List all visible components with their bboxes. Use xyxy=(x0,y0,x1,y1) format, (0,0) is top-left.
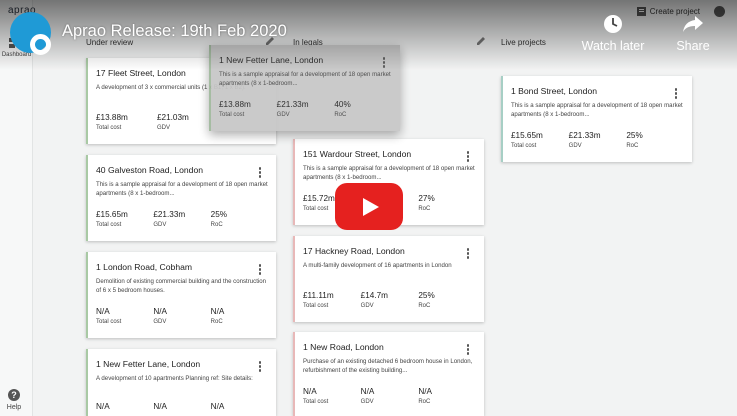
roc-label: RoC xyxy=(418,303,431,309)
roc-label: RoC xyxy=(210,319,223,325)
gdv-label: GDV xyxy=(276,112,290,118)
project-card[interactable]: 17 Hackney Road, London A multi-family d… xyxy=(293,236,484,322)
roc-label: RoC xyxy=(210,222,223,228)
card-title: 40 Galveston Road, London xyxy=(96,165,204,175)
card-roc: N/A xyxy=(210,402,225,411)
card-total-cost: £13.88m xyxy=(219,100,251,109)
card-roc: 40% xyxy=(334,100,351,109)
card-total-cost: N/A xyxy=(96,307,110,316)
more-options-icon[interactable] xyxy=(466,151,470,162)
total-cost-label: Total cost xyxy=(96,319,122,325)
card-roc: 27% xyxy=(418,194,435,203)
more-options-icon[interactable] xyxy=(674,88,678,99)
watch-later-button[interactable]: Watch later xyxy=(576,14,650,53)
roc-label: RoC xyxy=(418,399,431,405)
card-gdv: £21.33m xyxy=(568,131,601,140)
gdv-label: GDV xyxy=(360,303,374,309)
sidebar: aprao Dashboard ? Help xyxy=(0,0,36,416)
more-options-icon[interactable] xyxy=(466,344,470,355)
clock-icon xyxy=(604,15,622,33)
total-cost-label: Total cost xyxy=(303,399,329,405)
gdv-label: GDV xyxy=(360,399,374,405)
roc-label: RoC xyxy=(626,143,639,149)
card-title: 1 London Road, Cobham xyxy=(96,262,193,272)
card-gdv: N/A xyxy=(360,387,375,396)
card-total-cost: N/A xyxy=(96,402,110,411)
nav-help-label[interactable]: Help xyxy=(0,404,28,411)
card-roc: 25% xyxy=(418,291,435,300)
more-options-icon[interactable] xyxy=(258,264,262,275)
card-total-cost: £11.11m xyxy=(303,291,334,300)
total-cost-label: Total cost xyxy=(511,143,537,149)
play-icon xyxy=(363,198,379,216)
project-card[interactable]: 1 London Road, Cobham Demolition of exis… xyxy=(86,252,276,338)
share-label: Share xyxy=(676,39,710,53)
more-options-icon[interactable] xyxy=(382,57,386,68)
more-options-icon[interactable] xyxy=(258,167,262,178)
project-card[interactable]: 1 New Fetter Lane, London A development … xyxy=(86,349,276,416)
total-cost-label: Total cost xyxy=(219,112,245,118)
card-description: A development of 10 apartments Planning … xyxy=(96,375,253,382)
card-description: Demolition of existing commercial buildi… xyxy=(96,278,267,294)
more-options-icon[interactable] xyxy=(258,361,262,372)
card-roc: 25% xyxy=(210,210,228,219)
card-title: 1 New Road, London xyxy=(303,342,384,352)
edit-column-icon[interactable] xyxy=(476,36,486,46)
project-card[interactable]: 40 Galveston Road, London This is a samp… xyxy=(86,155,276,241)
card-description: This is a sample appraisal for a develop… xyxy=(511,102,683,118)
play-button[interactable] xyxy=(335,183,403,230)
card-title: 1 Bond Street, London xyxy=(511,86,598,96)
card-title: 1 New Fetter Lane, London xyxy=(219,55,324,65)
card-gdv: £21.33m xyxy=(153,210,186,219)
card-title: 151 Wardour Street, London xyxy=(303,149,412,159)
gdv-label: GDV xyxy=(568,143,582,149)
dragged-project-card[interactable]: 1 New Fetter Lane, London This is a samp… xyxy=(209,45,400,131)
gdv-label: GDV xyxy=(153,319,167,325)
video-title[interactable]: Aprao Release: 19th Feb 2020 xyxy=(62,22,287,41)
card-total-cost: £15.65m xyxy=(96,210,128,219)
card-gdv: £21.33m xyxy=(276,100,309,109)
roc-label: RoC xyxy=(418,206,431,212)
card-gdv: £14.7m xyxy=(360,291,388,300)
project-card[interactable]: 1 Bond Street, London This is a sample a… xyxy=(501,76,692,162)
project-card[interactable]: 1 New Road, London Purchase of an existi… xyxy=(293,332,484,416)
total-cost-label: Total cost xyxy=(96,222,122,228)
card-roc: N/A xyxy=(418,387,432,396)
card-description: A multi-family development of 16 apartme… xyxy=(303,262,452,269)
card-title: 1 New Fetter Lane, London xyxy=(96,359,201,369)
watch-later-label: Watch later xyxy=(581,39,645,53)
card-total-cost: N/A xyxy=(303,387,317,396)
card-roc: N/A xyxy=(210,307,225,316)
column-title-live-projects: Live projects xyxy=(501,38,546,47)
card-description: This is a sample appraisal for a develop… xyxy=(96,181,268,197)
card-total-cost: £13.88m xyxy=(96,113,128,122)
card-total-cost: £15.65m xyxy=(511,131,543,140)
total-cost-label: Total cost xyxy=(96,125,122,131)
roc-label: RoC xyxy=(334,112,347,118)
share-icon xyxy=(683,16,703,32)
card-roc: 25% xyxy=(626,131,643,140)
share-button[interactable]: Share xyxy=(666,14,720,53)
card-title: 17 Hackney Road, London xyxy=(303,246,405,256)
total-cost-label: Total cost xyxy=(303,303,329,309)
card-description: This is a sample appraisal for a develop… xyxy=(303,165,475,181)
help-icon[interactable]: ? xyxy=(8,389,20,401)
card-gdv: N/A xyxy=(153,307,167,316)
more-options-icon[interactable] xyxy=(466,248,470,259)
card-gdv: N/A xyxy=(153,402,167,411)
channel-avatar[interactable] xyxy=(10,12,51,55)
gdv-label: GDV xyxy=(153,222,167,228)
card-description: This is a sample appraisal for a develop… xyxy=(219,71,391,87)
card-description: Purchase of an existing detached 6 bedro… xyxy=(303,358,473,374)
